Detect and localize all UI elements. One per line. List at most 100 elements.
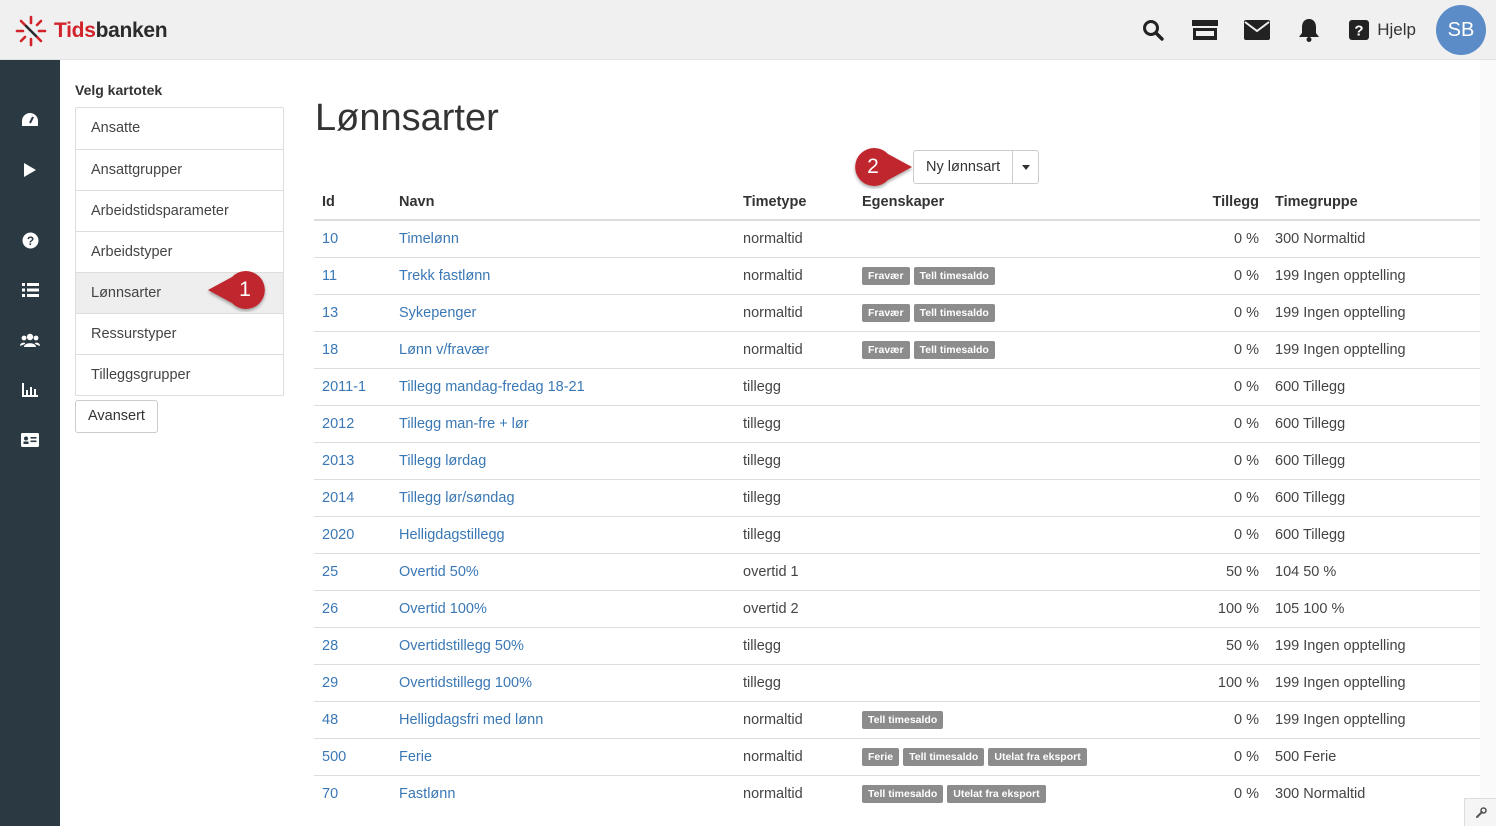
kartotek-item-ansattgrupper[interactable]: Ansattgrupper — [76, 149, 283, 190]
dashboard-icon[interactable] — [0, 105, 60, 135]
kartotek-item-arbeidstidsparameter[interactable]: Arbeidstidsparameter — [76, 190, 283, 231]
id-link[interactable]: 2014 — [322, 490, 354, 506]
kartotek-item-ansatte[interactable]: Ansatte — [76, 108, 283, 149]
id-link[interactable]: 2011-1 — [322, 379, 366, 395]
cell-egenskaper — [854, 589, 1154, 627]
cell-tillegg: 0 % — [1154, 293, 1267, 331]
avatar[interactable]: SB — [1436, 5, 1486, 55]
navn-link[interactable]: Tillegg mandag-fredag 18-21 — [399, 379, 585, 395]
id-link[interactable]: 500 — [322, 749, 346, 765]
navn-link[interactable]: Lønn v/fravær — [399, 342, 489, 358]
table-row[interactable]: 29 Overtidstillegg 100% tillegg 100 % 199 In… — [314, 663, 1481, 701]
id-link[interactable]: 2013 — [322, 453, 354, 469]
id-link[interactable]: 2020 — [322, 527, 354, 543]
id-card-icon[interactable] — [0, 425, 60, 455]
id-link[interactable]: 28 — [322, 638, 338, 654]
cell-navn: Trekk fastlønn — [391, 256, 735, 294]
cell-timegruppe: 104 50 % — [1267, 552, 1481, 590]
help-label: Hjelp — [1377, 20, 1416, 39]
cell-timetype: tillegg — [735, 367, 854, 405]
table-row[interactable]: 2011-1 Tillegg mandag-fredag 18-21 tillegg… — [314, 367, 1481, 405]
navn-link[interactable]: Ferie — [399, 749, 432, 765]
id-link[interactable]: 25 — [322, 564, 338, 580]
cell-timegruppe: 199 Ingen opptelling — [1267, 293, 1481, 331]
advanced-button[interactable]: Avansert — [75, 400, 158, 433]
cell-egenskaper — [854, 515, 1154, 553]
table-row[interactable]: 26 Overtid 100% overtid 2 100 % 105 100 % — [314, 589, 1481, 627]
property-badge: Tell timesaldo — [913, 303, 995, 322]
table-row[interactable]: 2020 Helligdagstillegg tillegg 0 % 600 Tille… — [314, 515, 1481, 553]
table-row[interactable]: 2013 Tillegg lørdag tillegg 0 % 600 Tillegg — [314, 441, 1481, 479]
navn-link[interactable]: Tillegg lør/søndag — [399, 490, 515, 506]
column-header-navn[interactable]: Navn — [391, 184, 735, 221]
cell-tillegg: 0 % — [1154, 700, 1267, 738]
table-row[interactable]: 13 Sykepenger normaltid Fravær Tell timesald… — [314, 293, 1481, 331]
page-title: Lønnsarter — [315, 97, 499, 139]
store-icon[interactable] — [1188, 13, 1222, 47]
table-row[interactable]: 48 Helligdagsfri med lønn normaltid Tell ti… — [314, 700, 1481, 738]
navn-link[interactable]: Helligdagsfri med lønn — [399, 712, 543, 728]
kartotek-item-ressurstyper[interactable]: Ressurstyper — [76, 313, 283, 354]
cell-id: 29 — [314, 663, 391, 701]
navn-link[interactable]: Sykepenger — [399, 305, 476, 321]
cell-egenskaper: Fravær Tell timesaldo — [854, 256, 1154, 294]
id-link[interactable]: 10 — [322, 231, 338, 247]
table-row[interactable]: 10 Timelønn normaltid 0 % 300 Normaltid — [314, 220, 1481, 257]
new-lonnsart-dropdown-toggle[interactable] — [1013, 150, 1040, 184]
help-button[interactable]: ? Hjelp — [1349, 20, 1416, 40]
navn-link[interactable]: Overtid 50% — [399, 564, 479, 580]
table-row[interactable]: 28 Overtidstillegg 50% tillegg 50 % 199 Inge… — [314, 626, 1481, 664]
id-link[interactable]: 13 — [322, 305, 338, 321]
id-link[interactable]: 26 — [322, 601, 338, 617]
navn-link[interactable]: Fastlønn — [399, 786, 455, 802]
id-link[interactable]: 70 — [322, 786, 338, 802]
scrollbar[interactable] — [1480, 60, 1496, 798]
users-icon[interactable] — [0, 325, 60, 355]
table-row[interactable]: 70 Fastlønn normaltid Tell timesaldo Utelat … — [314, 774, 1481, 812]
new-lonnsart-button[interactable]: Ny lønnsart — [913, 150, 1014, 184]
column-header-egenskaper[interactable]: Egenskaper — [854, 184, 1154, 221]
left-nav: ? — [0, 60, 60, 826]
cell-timegruppe: 199 Ingen opptelling — [1267, 330, 1481, 368]
svg-text:?: ? — [26, 234, 33, 248]
navn-link[interactable]: Timelønn — [399, 231, 459, 247]
bell-icon[interactable] — [1292, 13, 1326, 47]
table-row[interactable]: 11 Trekk fastlønn normaltid Fravær Tell time… — [314, 256, 1481, 294]
column-header-timegruppe[interactable]: Timegruppe — [1267, 184, 1481, 221]
navn-link[interactable]: Overtidstillegg 100% — [399, 675, 532, 691]
navn-link[interactable]: Overtidstillegg 50% — [399, 638, 524, 654]
play-icon[interactable] — [0, 155, 60, 185]
cell-egenskaper: Tell timesaldo — [854, 700, 1154, 738]
mail-icon[interactable] — [1240, 13, 1274, 47]
navn-link[interactable]: Helligdagstillegg — [399, 527, 505, 543]
logo[interactable]: Tidsbanken — [14, 14, 168, 48]
chart-icon[interactable] — [0, 375, 60, 405]
column-header-timetype[interactable]: Timetype — [735, 184, 854, 221]
cell-tillegg: 100 % — [1154, 663, 1267, 701]
table-row[interactable]: 2014 Tillegg lør/søndag tillegg 0 % 600 Till… — [314, 478, 1481, 516]
navn-link[interactable]: Overtid 100% — [399, 601, 487, 617]
id-link[interactable]: 29 — [322, 675, 338, 691]
question-icon[interactable]: ? — [0, 225, 60, 255]
column-header-tillegg[interactable]: Tillegg — [1154, 184, 1267, 221]
kartotek-item-arbeidstyper[interactable]: Arbeidstyper — [76, 231, 283, 272]
column-header-id[interactable]: Id — [314, 184, 391, 221]
navn-link[interactable]: Tillegg lørdag — [399, 453, 486, 469]
wrench-icon[interactable] — [1464, 798, 1496, 826]
cell-navn: Tillegg man-fre + lør — [391, 404, 735, 442]
id-link[interactable]: 11 — [322, 268, 337, 284]
navn-link[interactable]: Tillegg man-fre + lør — [399, 416, 529, 432]
id-link[interactable]: 2012 — [322, 416, 354, 432]
table-row[interactable]: 25 Overtid 50% overtid 1 50 % 104 50 % — [314, 552, 1481, 590]
table-row[interactable]: 2012 Tillegg man-fre + lør tillegg 0 % 600 T… — [314, 404, 1481, 442]
table-row[interactable]: 500 Ferie normaltid Ferie Tell timesaldo Utel… — [314, 737, 1481, 775]
cell-tillegg: 50 % — [1154, 552, 1267, 590]
list-icon[interactable] — [0, 275, 60, 305]
cell-timetype: tillegg — [735, 404, 854, 442]
kartotek-item-tilleggsgrupper[interactable]: Tilleggsgrupper — [76, 354, 283, 395]
id-link[interactable]: 18 — [322, 342, 338, 358]
table-row[interactable]: 18 Lønn v/fravær normaltid Fravær Tell times… — [314, 330, 1481, 368]
navn-link[interactable]: Trekk fastlønn — [399, 268, 490, 284]
id-link[interactable]: 48 — [322, 712, 338, 728]
search-icon[interactable] — [1136, 13, 1170, 47]
